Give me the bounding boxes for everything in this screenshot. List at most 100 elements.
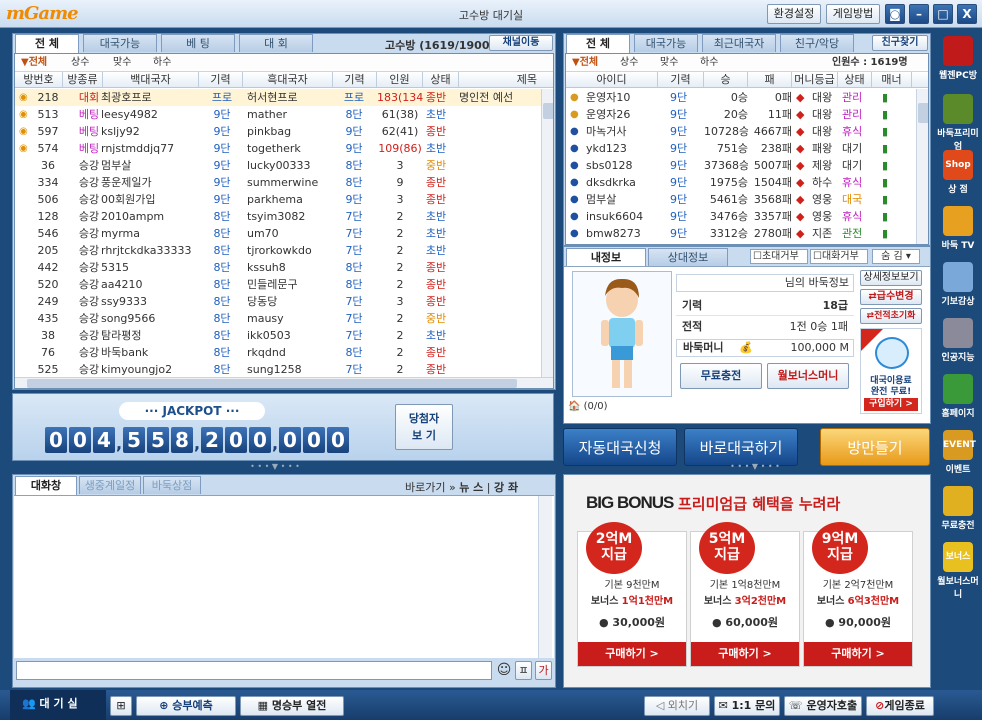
call-admin-button[interactable]: ☏ 운영자호출 xyxy=(784,696,862,716)
room-row[interactable]: ◉ 218 대회 최광호프로 프로 허서현프로 프로 183(134) 종반 명인전 예선 xyxy=(15,89,541,106)
col-level[interactable]: 기력 xyxy=(658,72,704,87)
exit-button[interactable]: ⊘게임종료 xyxy=(866,696,934,716)
news-link[interactable]: 뉴 스 xyxy=(459,481,483,494)
grid-view-icon[interactable]: ⊞ xyxy=(110,696,132,716)
room-row[interactable]: 435 승강 song9566 8단 mausy 7단 2 중반 xyxy=(15,310,541,327)
col-room-type[interactable]: 방종류 xyxy=(63,72,103,87)
sidebar-item[interactable]: 웹젠PC방 xyxy=(937,36,979,81)
tab-available[interactable]: 대국가능 xyxy=(83,34,157,52)
col-manner[interactable]: 매너 xyxy=(872,72,912,87)
settings-button[interactable]: 환경설정 xyxy=(767,4,821,24)
famous-games-button[interactable]: ▦ 명승부 열전 xyxy=(240,696,344,716)
tab-opponent-info[interactable]: 상대정보 xyxy=(648,248,728,266)
sidebar-item[interactable]: 무료충전 xyxy=(937,486,979,531)
user-vscroll[interactable] xyxy=(916,89,928,244)
col-black-level[interactable]: 기력 xyxy=(333,72,377,87)
sidebar-item[interactable]: 바둑프리미엄 xyxy=(937,94,979,152)
create-room-button[interactable]: 방만들기 xyxy=(820,428,930,466)
find-friend-button[interactable]: 친구찾기 xyxy=(872,35,928,51)
room-row[interactable]: 546 승강 myrma 8단 um70 7단 2 초반 xyxy=(15,225,541,242)
text-color-icon[interactable]: 가 xyxy=(535,661,552,680)
sidebar-item[interactable]: 바둑 TV xyxy=(937,206,979,251)
col-white-player[interactable]: 백대국자 xyxy=(103,72,199,87)
monthly-bonus-button[interactable]: 월보너스머니 xyxy=(767,363,849,389)
room-row[interactable]: 38 승강 탐라평정 8단 ikk0503 7단 2 초반 xyxy=(15,327,541,344)
col-win[interactable]: 승 xyxy=(704,72,748,87)
emoticon-icon[interactable]: ☺ xyxy=(495,661,513,680)
tab-friends[interactable]: 친구/악당 xyxy=(780,34,854,52)
howto-button[interactable]: 게임방법 xyxy=(826,4,880,24)
chat-vscroll[interactable] xyxy=(538,496,552,658)
quick-match-button[interactable]: 바로대국하기 xyxy=(684,428,798,466)
col-people[interactable]: 인원 xyxy=(377,72,423,87)
chat-input[interactable] xyxy=(16,661,492,680)
room-row[interactable]: ◉ 513 베팅 leesy4982 9단 mather 8단 61(38) 초반 xyxy=(15,106,541,123)
user-row[interactable]: ● 멈부살 9단 5461승 3568패 ◆ 영웅 대국 ▮ xyxy=(566,191,916,208)
col-state[interactable]: 상태 xyxy=(423,72,459,87)
col-white-level[interactable]: 기력 xyxy=(199,72,243,87)
tab-users-available[interactable]: 대국가능 xyxy=(634,34,698,52)
col-loss[interactable]: 패 xyxy=(748,72,792,87)
room-row[interactable]: 525 승강 kimyoungjo2 8단 sung1258 7단 2 종반 xyxy=(15,361,541,377)
user-row[interactable]: ● ykd123 9단 751승 238패 ◆ 패왕 대기 ▮ xyxy=(566,140,916,157)
hide-toggle[interactable]: 숨 김 ▾ xyxy=(872,249,920,264)
chat-refuse-checkbox[interactable]: ☐대화거부 xyxy=(810,249,868,264)
user-filter-all[interactable]: ▼전체 xyxy=(572,54,598,71)
user-row[interactable]: ● dksdkrka 9단 1975승 1504패 ◆ 하수 휴식 ▮ xyxy=(566,174,916,191)
offer-buy-button[interactable]: 구매하기 > xyxy=(578,642,686,666)
auto-match-button[interactable]: 자동대국신청 xyxy=(563,428,677,466)
offer-card[interactable]: 2억M 지급 기본 9천만M 보너스 1억1천만M ● 30,000원 구매하기 > xyxy=(577,522,687,667)
channel-move-button[interactable]: 채널이동 xyxy=(489,35,553,51)
user-row[interactable]: ● 마녹거사 9단 10728승 4667패 ◆ 대왕 휴식 ▮ xyxy=(566,123,916,140)
user-filter-equal[interactable]: 맞수 xyxy=(660,54,678,71)
filter-higher[interactable]: 상수 xyxy=(71,54,89,71)
room-row[interactable]: 249 승강 ssy9333 8단 당동당 7단 3 종반 xyxy=(15,293,541,310)
user-filter-higher[interactable]: 상수 xyxy=(620,54,638,71)
tab-betting[interactable]: 베 팅 xyxy=(161,34,235,52)
close-icon[interactable]: X xyxy=(957,4,977,24)
lobby-tab[interactable]: 👥 대 기 실 xyxy=(10,690,106,720)
user-row[interactable]: ● bmw8273 9단 3312승 2780패 ◆ 지존 관전 ▮ xyxy=(566,225,916,242)
tab-recent[interactable]: 최근대국자 xyxy=(702,34,776,52)
lecture-link[interactable]: 강 좌 xyxy=(494,481,518,494)
tab-live-schedule[interactable]: 생중계일정 xyxy=(79,476,141,494)
offer-card[interactable]: 9억M 지급 기본 2억7천만M 보너스 6억3천만M ● 90,000원 구매하기 > xyxy=(803,522,913,667)
splitter-right[interactable]: • • • ▼ • • • xyxy=(720,463,790,471)
offer-buy-button[interactable]: 구매하기 > xyxy=(691,642,799,666)
col-id[interactable]: 아이디 xyxy=(566,72,658,87)
user-row[interactable]: ● insuk6604 9단 3476승 3357패 ◆ 영웅 휴식 ▮ xyxy=(566,208,916,225)
tab-users-all[interactable]: 전 체 xyxy=(566,34,630,53)
user-row[interactable]: ● sbs0128 9단 37368승 5007패 ◆ 제왕 대기 ▮ xyxy=(566,157,916,174)
camera-icon[interactable]: ◙ xyxy=(885,4,905,24)
user-row[interactable]: ● 운영자26 9단 20승 11패 ◆ 대왕 관리 ▮ xyxy=(566,106,916,123)
room-row[interactable]: ◉ 574 베팅 rnjstmddjq77 9단 togetherk 9단 109(86) 초반 xyxy=(15,140,541,157)
promo-box[interactable]: 대국이용료 완전 무료! 구입하기 > xyxy=(860,328,922,414)
col-room-no[interactable]: 방번호 xyxy=(15,72,63,87)
room-row[interactable]: 76 승강 바둑bank 8단 rkqdnd 8단 2 종반 xyxy=(15,344,541,361)
room-vscroll[interactable] xyxy=(541,89,553,378)
sidebar-item[interactable]: 기보감상 xyxy=(937,262,979,307)
offer-card[interactable]: 5억M 지급 기본 1억8천만M 보너스 3억2천만M ● 60,000원 구매하기 > xyxy=(690,522,800,667)
filter-lower[interactable]: 하수 xyxy=(153,54,171,71)
user-row[interactable]: ● 운영자10 9단 0승 0패 ◆ 대왕 관리 ▮ xyxy=(566,89,916,106)
user-filter-lower[interactable]: 하수 xyxy=(700,54,718,71)
col-black-player[interactable]: 흑대국자 xyxy=(243,72,333,87)
detail-info-button[interactable]: 상세정보보기 xyxy=(860,270,922,286)
tab-chat[interactable]: 대화창 xyxy=(15,476,77,495)
tab-baduk-shop[interactable]: 바둑상점 xyxy=(143,476,201,494)
inquiry-button[interactable]: ✉ 1:1 문의 xyxy=(714,696,780,716)
col-status[interactable]: 상태 xyxy=(838,72,872,87)
jackpot-winners-button[interactable]: 당첨자 보 기 xyxy=(395,404,453,450)
level-change-button[interactable]: ⇄급수변경 xyxy=(860,289,922,305)
sidebar-item[interactable]: EVENT 이벤트 xyxy=(937,430,979,475)
room-row[interactable]: 506 승강 00회원가입 9단 parkhema 9단 3 종반 xyxy=(15,191,541,208)
predict-button[interactable]: ⊕ 승부예측 xyxy=(136,696,236,716)
minimize-icon[interactable]: – xyxy=(909,4,929,24)
splitter-left[interactable]: • • • ▼ • • • xyxy=(240,463,310,471)
sidebar-item[interactable]: 보너스 월보너스머니 xyxy=(937,542,979,600)
tab-all[interactable]: 전 체 xyxy=(15,34,79,53)
room-row[interactable]: 128 승강 2010ampm 8단 tsyim3082 7단 2 초반 xyxy=(15,208,541,225)
room-row[interactable]: ◉ 597 베팅 ksljy92 9단 pinkbag 9단 62(41) 종반 xyxy=(15,123,541,140)
filter-equal[interactable]: 맞수 xyxy=(113,54,131,71)
promo-buy-button[interactable]: 구입하기 > xyxy=(864,398,918,411)
